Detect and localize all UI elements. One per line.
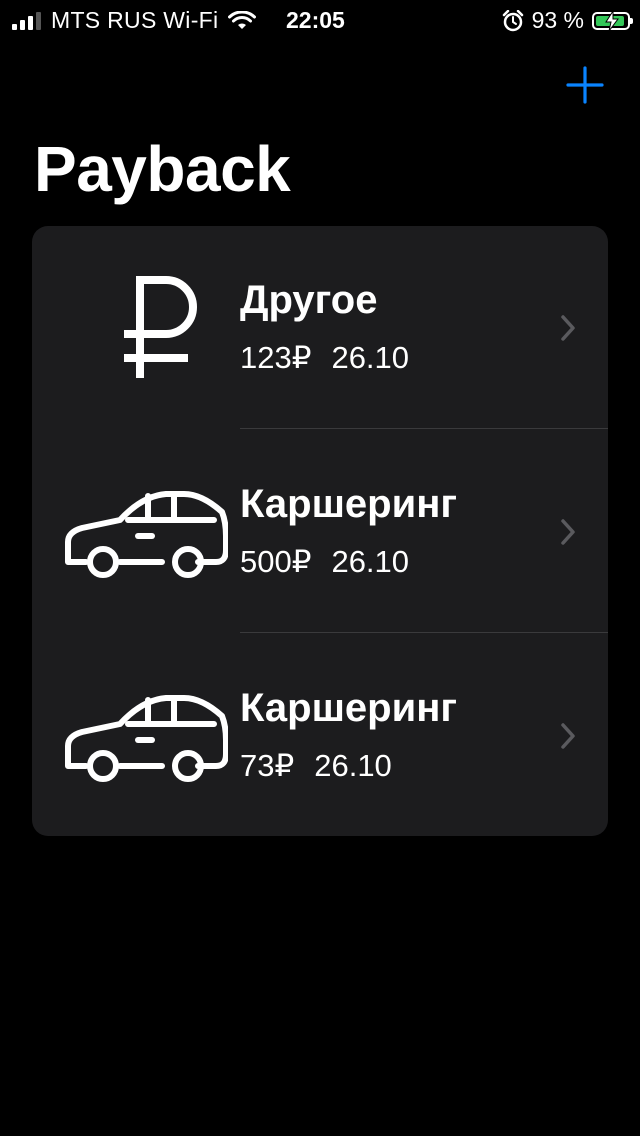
battery-percent: 93 % <box>531 7 584 33</box>
status-bar: MTS RUS Wi-Fi 22:05 93 % <box>0 0 640 40</box>
divider <box>240 632 608 633</box>
expense-date: 26.10 <box>314 748 392 783</box>
expense-meta: 73₽ 26.10 <box>240 748 412 784</box>
divider <box>240 428 608 429</box>
chevron-right-icon <box>561 315 575 341</box>
chevron-right-icon <box>561 519 575 545</box>
chevron-right-icon <box>561 723 575 749</box>
expense-date: 26.10 <box>331 340 410 375</box>
list-item[interactable]: Каршеринг 500₽ 26.10 <box>32 430 608 634</box>
status-left: MTS RUS Wi-Fi <box>12 7 257 34</box>
list-item[interactable]: Каршеринг 73₽ 26.10 <box>32 634 608 836</box>
expense-meta: 500₽ 26.10 <box>240 544 429 580</box>
page-title: Payback <box>34 133 291 205</box>
add-expense-button[interactable] <box>566 66 604 104</box>
expense-title: Другое <box>240 278 378 322</box>
car-icon <box>65 491 228 578</box>
car-icon <box>65 695 228 782</box>
expense-date: 26.10 <box>331 544 410 579</box>
expense-amount: 73₽ <box>240 748 295 783</box>
clock: 22:05 <box>286 7 345 33</box>
expense-title: Каршеринг <box>240 686 458 730</box>
ruble-icon <box>124 276 197 378</box>
signal-icon <box>12 11 41 30</box>
list-item[interactable]: Другое 123₽ 26.10 <box>32 226 608 430</box>
expense-list: Другое 123₽ 26.10 Каршеринг 500₽ 26.10 К… <box>32 226 608 836</box>
expense-amount: 500₽ <box>240 544 312 579</box>
expense-title: Каршеринг <box>240 482 458 526</box>
wifi-icon <box>228 10 257 29</box>
expense-amount: 123₽ <box>240 340 312 375</box>
carrier-label: MTS RUS Wi-Fi <box>51 7 219 33</box>
battery-icon <box>592 10 633 31</box>
expense-meta: 123₽ 26.10 <box>240 340 429 376</box>
alarm-icon <box>502 9 523 31</box>
status-right: 93 % <box>502 7 633 34</box>
